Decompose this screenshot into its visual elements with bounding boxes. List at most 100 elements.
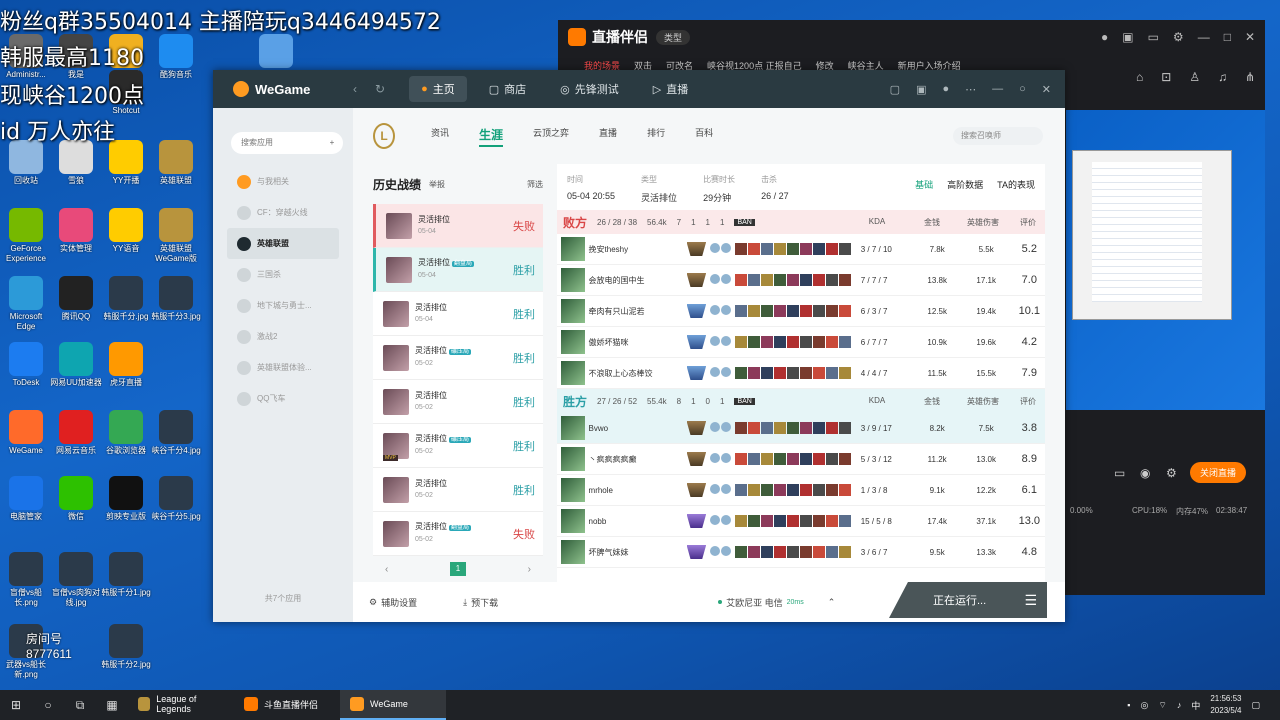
back-icon[interactable]: ‹ — [353, 82, 357, 96]
settings-icon[interactable]: ⚙ — [1166, 466, 1177, 480]
desktop-icon[interactable]: 盲僧vs船长.png — [0, 552, 52, 608]
desktop-icon[interactable]: 酷狗音乐 — [150, 34, 202, 80]
player-row[interactable]: Bvwo 3 / 9 / 17 8.2k 7.5k 3.8 — [557, 413, 1045, 444]
desktop-icon[interactable]: 微信 — [50, 476, 102, 522]
sidebar-item[interactable]: 激战2 — [213, 321, 353, 352]
desktop-icon[interactable]: 虎牙直播 — [100, 342, 152, 388]
taskbar-app[interactable]: 斗鱼直播伴侣 — [234, 690, 340, 720]
player-row[interactable]: 会放电的国中生 7 / 7 / 7 13.8k 17.1k 7.0 — [557, 265, 1045, 296]
desktop-icon[interactable]: 回收站 — [0, 140, 52, 186]
shirt-icon[interactable]: ♙ — [1189, 70, 1200, 84]
match-row[interactable]: 灵活排位 05-02 胜利 — [373, 380, 543, 424]
minimize-icon[interactable]: — — [1198, 30, 1210, 44]
camera-icon[interactable]: ▭ — [1114, 466, 1125, 480]
running-button[interactable]: 正在运行... ☰ — [889, 582, 1047, 618]
desktop-icon[interactable]: 网易UU加速器 — [50, 342, 102, 388]
record-icon[interactable]: ▭ — [1148, 30, 1159, 44]
desktop-icon[interactable]: 英雄联盟WeGame版 — [150, 208, 202, 264]
game-tab[interactable]: 排行 — [647, 126, 665, 147]
maximize-icon[interactable]: ○ — [1019, 83, 1026, 96]
desktop-icon[interactable]: YY语音 — [100, 208, 152, 254]
desktop-icon[interactable]: GeForce Experience — [0, 208, 52, 264]
message-icon[interactable]: ▢ — [890, 83, 900, 96]
menu-icon[interactable]: ☰ — [1024, 592, 1037, 609]
predownload-button[interactable]: ⤓ 预下载 — [463, 596, 498, 609]
player-row[interactable]: 不浪取上心态棒饺 4 / 4 / 7 11.5k 15.5k 7.9 — [557, 358, 1045, 389]
eye-icon[interactable]: ◉ — [1140, 466, 1150, 480]
sidebar-item[interactable]: QQ飞车 — [213, 383, 353, 414]
desktop-icon[interactable]: 盲僧vs肉狗对线.jpg — [50, 552, 102, 608]
desktop-icon[interactable]: 韩服千分.jpg — [100, 276, 152, 322]
volume-icon[interactable]: ♪ — [1177, 700, 1182, 710]
desktop-icon[interactable]: ToDesk — [0, 342, 52, 388]
game-tab[interactable]: 直播 — [599, 126, 617, 147]
report-button[interactable]: 举报 — [429, 179, 445, 190]
desktop-icon[interactable]: 韩服千分1.jpg — [100, 552, 152, 598]
match-row[interactable]: MVP 灵活排位 碾压局 05-02 胜利 — [373, 424, 543, 468]
close-icon[interactable]: ✕ — [1042, 83, 1051, 96]
match-row[interactable]: 灵活排位 翻盘局 05-02 失败 — [373, 512, 543, 556]
nav-home[interactable]: ● 主页 — [409, 76, 467, 102]
prev-page-icon[interactable]: ‹ — [385, 564, 388, 575]
assist-settings-button[interactable]: ⚙ 辅助设置 — [369, 596, 417, 609]
match-row[interactable]: 灵活排位 05-04 失败 — [373, 204, 543, 248]
player-row[interactable]: 傲娇坏猫咪 6 / 7 / 7 10.9k 19.6k 4.2 — [557, 327, 1045, 358]
detail-tab[interactable]: 高阶数据 — [947, 178, 983, 210]
desktop-icon[interactable]: WeGame — [0, 410, 52, 456]
detail-tab[interactable]: 基础 — [915, 178, 933, 210]
settings-icon[interactable]: ⚙ — [1173, 30, 1184, 44]
desktop-icon[interactable]: 英雄联盟 — [150, 140, 202, 186]
bell-icon[interactable]: ♫ — [1218, 70, 1227, 84]
sidebar-item[interactable]: 与我相关 — [213, 166, 353, 197]
avatar[interactable]: ● — [942, 83, 949, 96]
task-view-icon[interactable]: ⧉ — [64, 698, 96, 713]
desktop-icon[interactable]: Microsoft Edge — [0, 276, 52, 332]
app-search[interactable]: 搜索应用 + — [231, 132, 343, 154]
game-tab[interactable]: 生涯 — [479, 126, 504, 147]
lock-icon[interactable]: ⊡ — [1161, 70, 1171, 84]
next-page-icon[interactable]: › — [528, 564, 531, 575]
desktop-icon[interactable]: YY开播 — [100, 140, 152, 186]
desktop-icon[interactable]: 网易云音乐 — [50, 410, 102, 456]
search-icon[interactable]: ○ — [32, 698, 64, 712]
nav-pioneer[interactable]: ◎ 先锋测试 — [548, 76, 631, 102]
match-row[interactable]: 灵活排位 碾压局 05-02 胜利 — [373, 336, 543, 380]
sidebar-item[interactable]: 地下城与勇士... — [213, 290, 353, 321]
ime-indicator[interactable]: 中 — [1191, 699, 1200, 712]
match-row[interactable]: 灵活排位 05-02 胜利 — [373, 468, 543, 512]
detail-tab[interactable]: TA的表现 — [997, 178, 1035, 210]
taskbar-app[interactable]: WeGame — [340, 690, 446, 720]
desktop-icon[interactable]: 实体管理 — [50, 208, 102, 254]
douyu-type-badge[interactable]: 类型 — [656, 29, 691, 45]
server-select[interactable]: 艾欧尼亚 电信 20ms ⌃ — [718, 596, 835, 609]
player-row[interactable]: 丶疯疯疯疯癫 5 / 3 / 12 11.2k 13.0k 8.9 — [557, 444, 1045, 475]
filter-button[interactable]: 筛选 — [527, 179, 543, 190]
close-live-button[interactable]: 关闭直播 — [1190, 462, 1247, 483]
desktop-icon[interactable]: 腾讯QQ — [50, 276, 102, 322]
menu-icon[interactable]: ⋯ — [965, 83, 976, 96]
sidebar-item[interactable]: 三国杀 — [213, 259, 353, 290]
notification-icon[interactable]: ▢ — [1251, 700, 1260, 711]
desktop-icon[interactable]: 谷歌浏览器 — [100, 410, 152, 456]
explorer-icon[interactable]: ▦ — [96, 698, 128, 712]
game-tab[interactable]: 百科 — [695, 126, 713, 147]
player-row[interactable]: 坏脾气妹妹 3 / 6 / 7 9.5k 13.3k 4.8 — [557, 537, 1045, 568]
sidebar-item[interactable]: 英雄联盟 — [227, 228, 339, 259]
chevron-up-icon[interactable]: ⌃ — [828, 597, 836, 608]
wifi-icon[interactable]: ⌔ — [1158, 700, 1166, 711]
chrome-tray-icon[interactable]: ◎ — [1141, 700, 1149, 711]
game-tab[interactable]: 云顶之弈 — [533, 126, 569, 147]
gift-icon[interactable]: ▣ — [1122, 30, 1133, 44]
close-icon[interactable]: ✕ — [1245, 30, 1255, 44]
add-app-icon[interactable]: + — [321, 132, 343, 154]
sidebar-item[interactable]: 英雄联盟体验... — [213, 352, 353, 383]
game-tab[interactable]: 资讯 — [431, 126, 449, 147]
app-search-input[interactable]: 搜索应用 — [241, 132, 273, 154]
player-row[interactable]: 牵肉有只山泥若 6 / 3 / 7 12.5k 19.4k 10.1 — [557, 296, 1045, 327]
desktop-icon[interactable]: 电脑管家 — [0, 476, 52, 522]
sidebar-item[interactable]: CF：穿越火线 — [213, 197, 353, 228]
refresh-icon[interactable]: ↻ — [375, 82, 385, 96]
nav-live[interactable]: ▷ 直播 — [641, 76, 700, 102]
summoner-search-input[interactable]: 搜索召唤师 — [953, 127, 1043, 145]
inbox-icon[interactable]: ▣ — [916, 83, 926, 96]
